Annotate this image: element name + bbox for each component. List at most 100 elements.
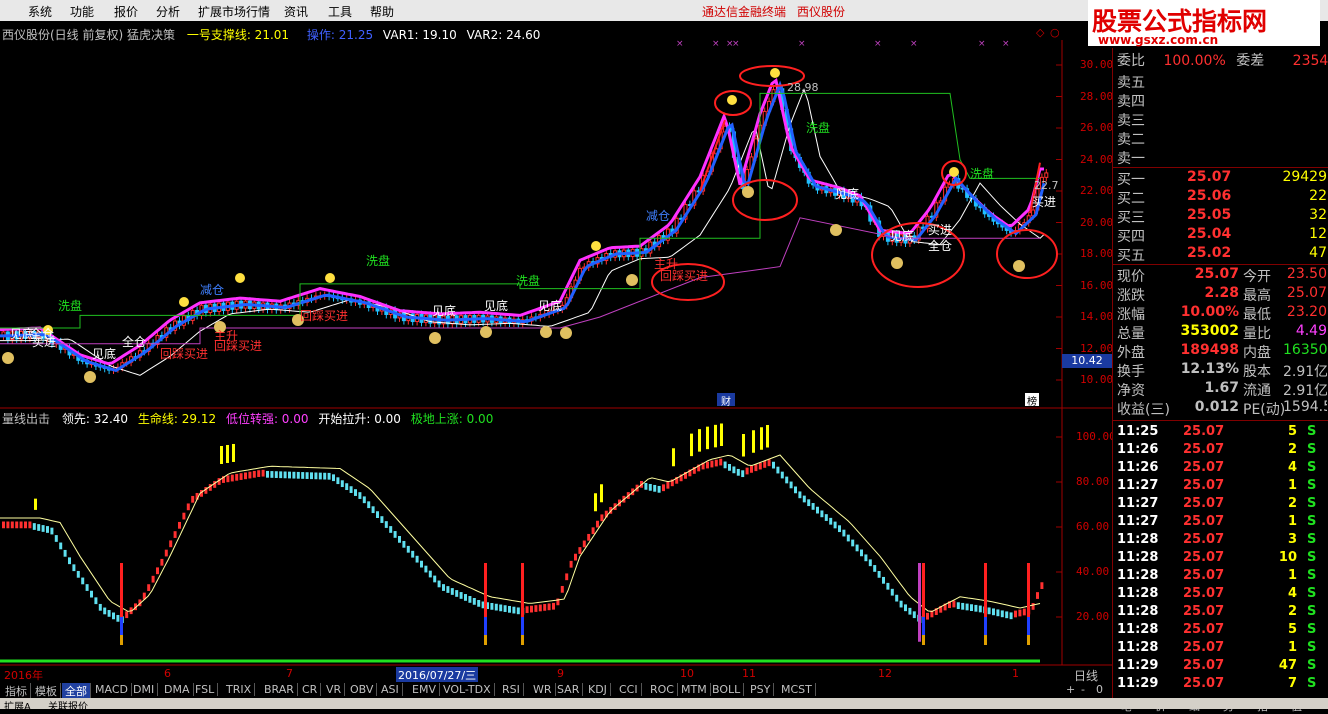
- tab-mcst[interactable]: MCST: [778, 683, 816, 696]
- osc-bar: [895, 594, 899, 602]
- menu-item-news[interactable]: 资讯: [284, 3, 308, 20]
- tab-fsl[interactable]: FSL: [192, 683, 219, 696]
- oscillator: [0, 423, 1044, 663]
- tab-rsi[interactable]: RSI: [499, 683, 524, 696]
- tab-psy[interactable]: PSY: [747, 683, 775, 696]
- tick-time: 11:29: [1117, 676, 1159, 691]
- tab-cr[interactable]: CR: [299, 683, 322, 696]
- osc-bar: [301, 472, 305, 479]
- chart-annotation: 见底: [890, 228, 914, 243]
- osc-bar: [305, 472, 309, 479]
- tab-dmi[interactable]: DMI: [130, 683, 159, 696]
- price-axis-tick: 10.00: [1080, 373, 1114, 386]
- buy-level-volume: 12: [1309, 226, 1327, 242]
- tick-price: 25.07: [1183, 478, 1225, 493]
- tab-obv[interactable]: OBV: [347, 683, 378, 696]
- menu-item-system[interactable]: 系统: [28, 3, 52, 20]
- tick-side: S: [1307, 658, 1317, 673]
- tab-control-1[interactable]: -: [1081, 683, 1085, 696]
- stat-label-2: 最低: [1243, 307, 1271, 323]
- tab-dma[interactable]: DMA: [161, 683, 194, 696]
- buy-level-label: 买四: [1117, 229, 1145, 245]
- tab-kdj[interactable]: KDJ: [585, 683, 611, 696]
- osc-bar: [763, 461, 767, 468]
- menu-item-help[interactable]: 帮助: [370, 3, 394, 20]
- stat-label-2: 流通: [1243, 383, 1271, 399]
- menu-item-extended-market[interactable]: 扩展市场行情: [198, 3, 270, 20]
- tab-全部[interactable]: 全部: [62, 683, 91, 699]
- menu-item-tools[interactable]: 工具: [328, 3, 352, 20]
- tab-macd[interactable]: MACD: [92, 683, 132, 696]
- osc-bar: [728, 464, 731, 471]
- tab-wr[interactable]: WR: [530, 683, 556, 696]
- money-bag-icon: [560, 327, 572, 339]
- buy-level-volume: 32: [1309, 207, 1327, 223]
- tab-指标[interactable]: 指标: [2, 683, 31, 699]
- menu-item-analysis[interactable]: 分析: [156, 3, 180, 20]
- price-axis-tick: 30.00: [1080, 58, 1114, 71]
- lower-info-line: 量线出击 领先: 32.40 生命线: 29.12 低位转强: 0.00 开始拉…: [2, 410, 493, 427]
- tab-trix[interactable]: TRIX: [223, 683, 256, 696]
- tick-volume: 7: [1287, 676, 1297, 691]
- osc-bar: [596, 520, 599, 528]
- tick-time: 11:28: [1117, 532, 1159, 547]
- buy-level-price: 25.05: [1187, 207, 1232, 223]
- status-ext-a[interactable]: 扩展A: [4, 698, 31, 713]
- osc-bar: [72, 564, 76, 572]
- spike-bar: [922, 635, 925, 645]
- tab-mtm[interactable]: MTM: [678, 683, 711, 696]
- highlight-ellipse: [732, 179, 798, 221]
- support-line-green: [0, 92, 1040, 329]
- tab-control-2[interactable]: 0: [1096, 683, 1103, 696]
- tick-time: 11:26: [1117, 442, 1159, 457]
- side-value: 22.7: [1034, 179, 1059, 192]
- tick-time: 11:29: [1117, 658, 1159, 673]
- osc-bar: [904, 604, 907, 612]
- osc-bar: [464, 594, 467, 601]
- tab-vol-tdx[interactable]: VOL-TDX: [440, 683, 495, 696]
- tab-boll[interactable]: BOLL: [709, 683, 745, 696]
- osc-bar: [50, 527, 54, 535]
- x-mark: ×: [978, 39, 986, 49]
- tab-emv[interactable]: EMV: [409, 683, 440, 696]
- ma-lines: [0, 77, 1046, 376]
- tab-vr[interactable]: VR: [323, 683, 346, 696]
- osc-bar: [851, 539, 855, 547]
- osc-bar: [402, 540, 406, 548]
- osc-bar: [842, 529, 846, 537]
- osc-bar: [1000, 610, 1004, 618]
- menu-item-quote[interactable]: 报价: [114, 3, 138, 20]
- sell-level-label: 卖三: [1117, 113, 1145, 129]
- stat-value-2: 23.50: [1286, 266, 1327, 282]
- sell-level-label: 卖四: [1117, 94, 1145, 110]
- tab-模板[interactable]: 模板: [32, 683, 61, 699]
- time-axis-label: 11: [742, 667, 756, 680]
- tick-side: S: [1307, 478, 1317, 493]
- osc-bar: [437, 580, 441, 588]
- event-marker-finance[interactable]: 财: [717, 393, 735, 408]
- tick-time: 11:28: [1117, 640, 1159, 655]
- tab-control-0[interactable]: +: [1066, 683, 1075, 696]
- osc-bar: [926, 612, 929, 620]
- signal-bar: [594, 493, 597, 512]
- osc-bar: [648, 483, 652, 491]
- tab-sar[interactable]: SAR: [554, 683, 584, 696]
- tab-asi[interactable]: ASI: [378, 683, 403, 696]
- tab-roc[interactable]: ROC: [647, 683, 678, 696]
- osc-bar: [838, 525, 841, 533]
- sell-level-label: 卖五: [1117, 75, 1145, 91]
- menu-item-function[interactable]: 功能: [70, 3, 94, 20]
- osc-bar: [591, 527, 595, 535]
- tab-brar[interactable]: BRAR: [261, 683, 298, 696]
- tab-cci[interactable]: CCI: [616, 683, 642, 696]
- osc-bar: [261, 469, 265, 477]
- low-turn-value: 低位转强: 0.00: [225, 412, 309, 426]
- money-bag-icon: [1013, 260, 1025, 272]
- tick-side: S: [1307, 586, 1317, 601]
- buy-level-price: 25.06: [1187, 188, 1232, 204]
- stat-label-2: 内盘: [1243, 345, 1271, 361]
- status-linked-quote[interactable]: 关联报价: [48, 698, 88, 713]
- tick-volume: 1: [1287, 568, 1297, 583]
- event-marker-rank[interactable]: 榜: [1025, 393, 1039, 408]
- grid-lines: [1056, 64, 1062, 618]
